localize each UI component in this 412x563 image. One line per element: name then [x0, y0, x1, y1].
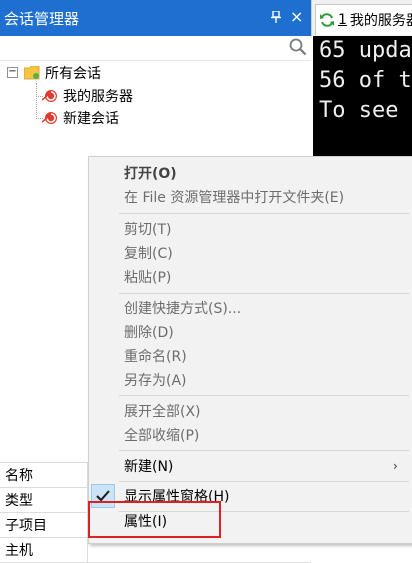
pin-icon[interactable]: [271, 10, 281, 26]
menu-item-rename[interactable]: 重命名(R): [89, 344, 412, 368]
menu-separator: [119, 293, 409, 294]
menu-item-delete[interactable]: 删除(D): [89, 320, 412, 344]
menu-item-expand-all[interactable]: 展开全部(X): [89, 399, 412, 423]
folder-icon: [23, 65, 40, 80]
menu-item-label: 删除(D): [124, 325, 174, 341]
session-icon: [41, 88, 58, 104]
tree-item-all-sessions[interactable]: 所有会话: [23, 62, 101, 84]
pane-title: 会话管理器: [4, 9, 80, 28]
menu-separator: [119, 213, 409, 214]
terminal-output[interactable]: 65 upda 56 of t To see: [313, 36, 412, 160]
property-name: 子项目: [5, 513, 88, 537]
property-name: 类型: [5, 488, 88, 512]
tree-item-my-server[interactable]: 我的服务器: [41, 85, 133, 107]
menu-separator: [119, 450, 409, 451]
menu-item-label: 创建快捷方式(S)...: [124, 301, 242, 317]
menu-item-new[interactable]: 新建(N) ›: [89, 454, 412, 478]
session-search-bar: [0, 36, 311, 61]
menu-item-collapse-all[interactable]: 全部收缩(P): [89, 423, 412, 447]
tab-label: 我的服务器: [349, 13, 412, 29]
pane-title-bar: 会话管理器 ×: [0, 0, 311, 36]
menu-item-label: 在 File 资源管理器中打开文件夹(E): [124, 190, 345, 206]
menu-item-label: 打开(O): [124, 166, 177, 182]
property-name: 名称: [5, 463, 88, 487]
menu-item-save-as[interactable]: 另存为(A): [89, 368, 412, 392]
tree-item-label: 新建会话: [63, 111, 119, 127]
session-search-input[interactable]: [2, 38, 290, 58]
terminal-line: 56 of t: [319, 68, 412, 93]
menu-separator: [119, 395, 409, 396]
context-menu: 打开(O) 在 File 资源管理器中打开文件夹(E) 剪切(T) 复制(C) …: [88, 156, 412, 544]
highlight-annotation-box: [88, 501, 221, 538]
menu-item-open-in-explorer[interactable]: 在 File 资源管理器中打开文件夹(E): [89, 185, 412, 209]
close-pane-button[interactable]: ×: [290, 7, 303, 26]
menu-item-copy[interactable]: 复制(C): [89, 241, 412, 265]
menu-item-label: 展开全部(X): [124, 404, 201, 420]
menu-item-label: 复制(C): [124, 246, 173, 262]
terminal-line: 65 upda: [319, 38, 412, 63]
session-tab[interactable]: 1 我的服务器: [315, 4, 412, 35]
session-tab-bar: 1 我的服务器: [311, 0, 412, 36]
menu-item-label: 全部收缩(P): [124, 428, 200, 444]
terminal-line: To see: [319, 98, 399, 123]
search-icon[interactable]: [289, 38, 307, 56]
submenu-arrow-icon: ›: [393, 459, 398, 473]
tree-item-label: 我的服务器: [63, 89, 133, 105]
menu-item-open[interactable]: 打开(O): [89, 161, 412, 185]
menu-item-label: 另存为(A): [124, 373, 187, 389]
tree-guide-line: [36, 83, 37, 119]
tree-item-label: 所有会话: [45, 66, 101, 82]
tree-collapse-toggle[interactable]: −: [7, 67, 18, 78]
menu-item-paste[interactable]: 粘贴(P): [89, 265, 412, 289]
menu-item-label: 剪切(T): [124, 222, 172, 238]
session-icon: [41, 110, 58, 126]
menu-item-create-shortcut[interactable]: 创建快捷方式(S)...: [89, 296, 412, 320]
menu-item-label: 粘贴(P): [124, 270, 172, 286]
menu-separator: [119, 481, 409, 482]
menu-item-cut[interactable]: 剪切(T): [89, 217, 412, 241]
menu-item-label: 新建(N): [124, 459, 174, 475]
refresh-icon: [319, 12, 335, 28]
menu-item-label: 重命名(R): [124, 349, 187, 365]
tree-item-new-session[interactable]: 新建会话: [41, 107, 119, 129]
tab-number: 1: [338, 12, 347, 28]
